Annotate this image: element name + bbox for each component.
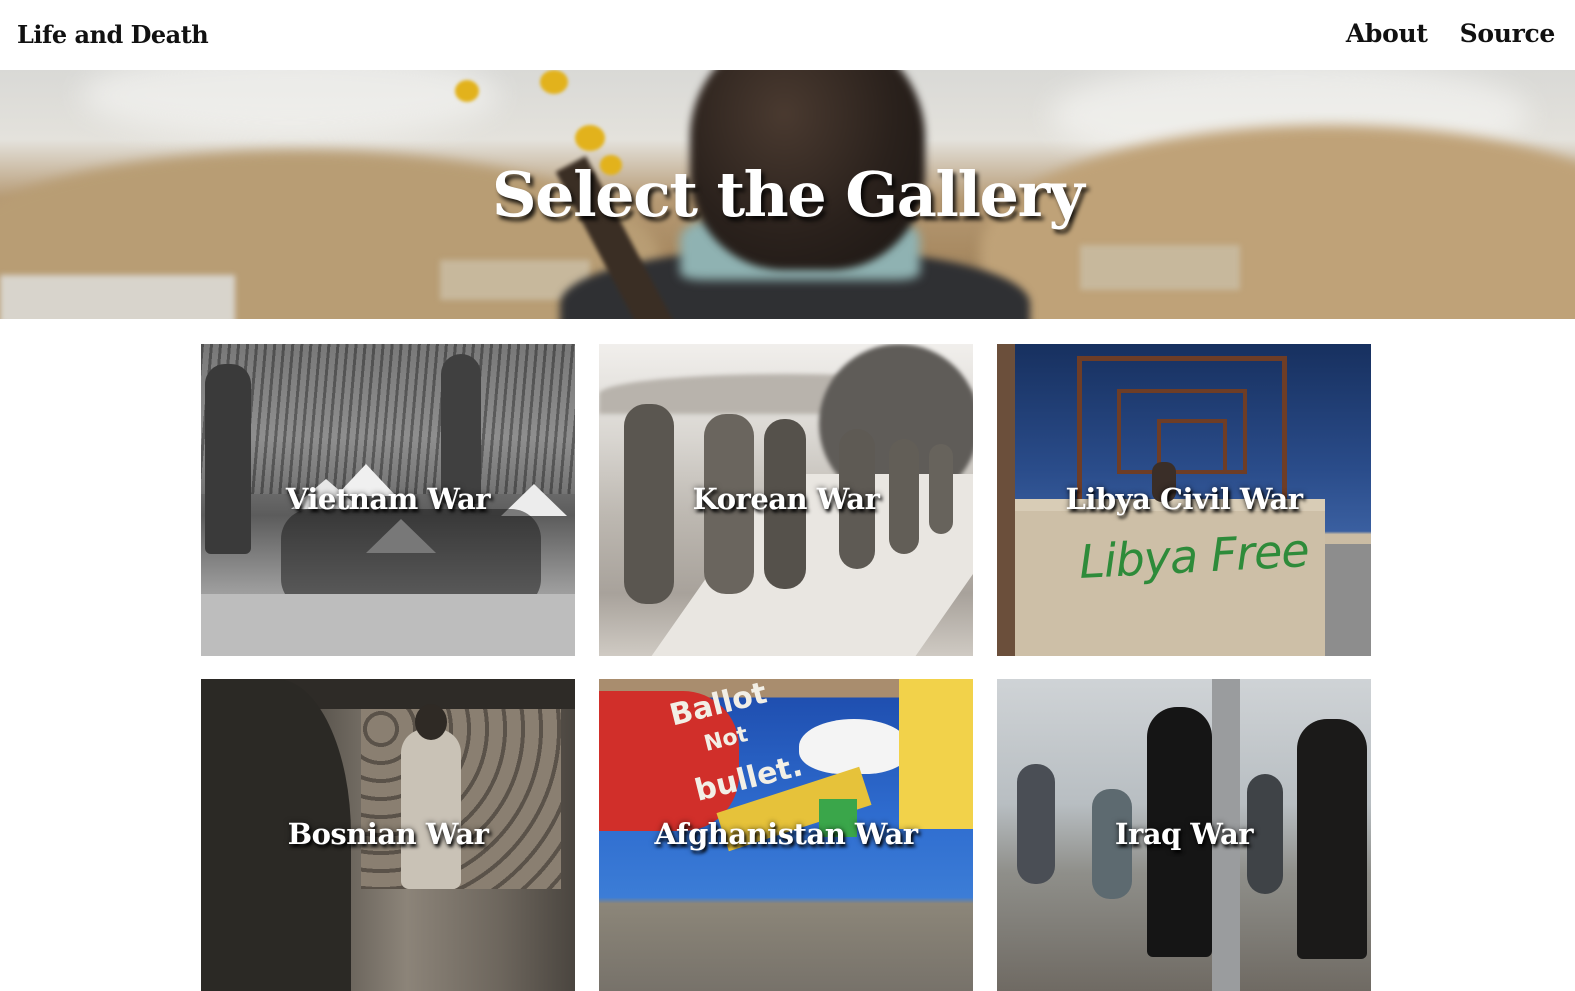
building-shape [0,275,235,319]
top-navbar: Life and Death About Source [0,0,1575,70]
gallery-card-libya-civil-war[interactable]: Libya Free Libya Civil War [997,344,1371,656]
gallery-card-afghanistan-war[interactable]: Ballot Not bullet. Afghanistan War [599,679,973,991]
building-shape [1080,245,1240,290]
page-title: Select the Gallery [491,158,1085,231]
card-label: Iraq War [1114,817,1254,851]
card-label: Libya Civil War [1065,482,1303,516]
gallery-card-vietnam-war[interactable]: Vietnam War [201,344,575,656]
nav-link-source[interactable]: Source [1460,19,1556,48]
flower-shape [575,125,605,151]
nav-link-about[interactable]: About [1346,19,1428,48]
gallery-card-bosnian-war[interactable]: Bosnian War [201,679,575,991]
card-label: Korean War [692,482,880,516]
card-label: Bosnian War [287,817,489,851]
site-brand-link[interactable]: Life and Death [17,20,209,49]
gallery-card-iraq-war[interactable]: Iraq War [997,679,1371,991]
card-label: Afghanistan War [654,817,918,851]
flower-shape [455,80,479,102]
hero-banner: Select the Gallery [0,70,1575,319]
nav-links: About Source [1346,19,1555,48]
flower-shape [540,70,568,94]
cloud-shape [80,70,500,140]
gallery-card-korean-war[interactable]: Korean War [599,344,973,656]
card-label: Vietnam War [285,482,491,516]
